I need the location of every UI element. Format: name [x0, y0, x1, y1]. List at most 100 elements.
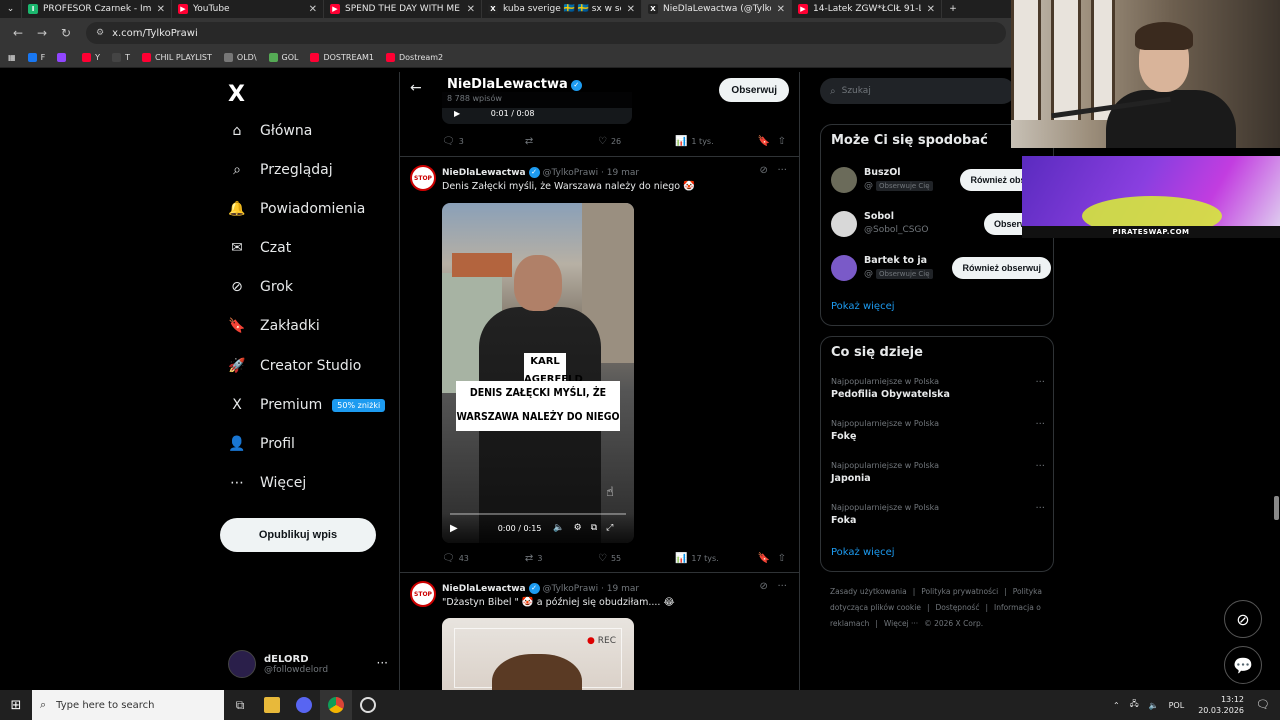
bookmark-button[interactable]: 🔖 — [758, 136, 778, 147]
new-tab-button[interactable]: + — [942, 0, 964, 18]
suggested-user[interactable]: Bartek to ja @ Obserwuje Cię Również obserw… — [831, 251, 1051, 285]
browser-tab[interactable]: ▶ SPEND THE DAY WITH ME ✕ — [324, 0, 482, 18]
trend-item[interactable]: Najpopularniejsze w Polska Japonia ··· — [831, 461, 1045, 497]
grok-icon[interactable]: ⊘ — [760, 165, 768, 176]
nav-item-grok[interactable]: ⊘ Grok — [228, 274, 293, 300]
views-button[interactable]: 📊 17 tys. — [675, 553, 758, 564]
clock[interactable]: 13:12 20.03.2026 — [1198, 694, 1244, 716]
nav-item-bell[interactable]: 🔔 Powiadomienia — [228, 196, 365, 222]
tweet-avatar[interactable]: STOP — [410, 165, 436, 191]
user-name[interactable]: BuszOl — [864, 167, 901, 178]
more-icon[interactable]: ··· — [1035, 419, 1045, 430]
tray-chevron-icon[interactable]: ⌃ — [1113, 701, 1120, 710]
browser-tab[interactable]: X NieDlaLewactwa (@TylkoPr ✕ — [642, 0, 792, 18]
suggested-user[interactable]: BuszOl @ Obserwuje Cię Również obserw — [831, 163, 1051, 197]
nav-item-x-premium[interactable]: X Premium 50% zniżki — [228, 392, 386, 418]
discord-icon[interactable] — [288, 690, 320, 720]
tab-search-button[interactable]: ⌄ — [0, 0, 22, 18]
nav-item-search[interactable]: ⌕ Przeglądaj — [228, 157, 333, 183]
scrollbar[interactable] — [1274, 496, 1279, 520]
close-tab-icon[interactable]: ✕ — [927, 4, 935, 15]
search-input[interactable]: ⌕ Szukaj — [820, 78, 1015, 104]
user-name[interactable]: Bartek to ja — [864, 255, 927, 266]
close-tab-icon[interactable]: ✕ — [157, 4, 165, 15]
nav-item-home[interactable]: ⌂ Główna — [228, 118, 313, 144]
grok-icon[interactable]: ⊘ — [760, 581, 768, 592]
bookmark-item[interactable]: DOSTREAM1 — [310, 53, 374, 62]
suggested-user[interactable]: Sobol @Sobol_CSGO Obserw — [831, 207, 1051, 241]
like-button[interactable]: ♡ 55 — [598, 553, 675, 564]
bookmark-item[interactable]: OLD\ — [223, 53, 257, 62]
bookmark-item[interactable]: Y — [82, 53, 100, 62]
fullscreen-icon[interactable]: ⤢ — [606, 523, 613, 533]
user-name[interactable]: Sobol — [864, 211, 894, 222]
play-icon[interactable]: ▶ — [454, 109, 460, 118]
notifications-icon[interactable]: 🗨 — [1256, 698, 1270, 711]
views-button[interactable]: 📊 1 tys. — [675, 136, 758, 147]
obs-icon[interactable] — [352, 690, 384, 720]
network-icon[interactable]: 🖧 — [1130, 698, 1139, 712]
play-icon[interactable]: ▶ — [450, 523, 458, 534]
apps-icon[interactable]: ▦ — [8, 53, 16, 62]
windows-start-icon[interactable]: ⊞ — [0, 698, 32, 713]
reply-button[interactable]: 🗨 43 — [442, 553, 525, 564]
close-tab-icon[interactable]: ✕ — [627, 4, 635, 15]
settings-icon[interactable]: ⚙ — [574, 523, 582, 533]
like-button[interactable]: ♡ 26 — [598, 136, 675, 147]
more-icon[interactable]: ··· — [1035, 503, 1045, 514]
x-logo-icon[interactable]: X — [228, 82, 245, 107]
chrome-icon[interactable] — [320, 690, 352, 720]
messages-fab-button[interactable]: 💬 — [1224, 646, 1262, 684]
more-icon[interactable]: ··· — [777, 581, 787, 592]
browser-tab[interactable]: I PROFESOR Czarnek - Imgur ✕ — [22, 0, 172, 18]
volume-icon[interactable]: 🔈 — [553, 523, 564, 533]
bookmark-item[interactable]: CHIL PLAYLIST — [141, 53, 212, 62]
pip-icon[interactable]: ⧉ — [591, 523, 597, 533]
trend-item[interactable]: Najpopularniejsze w Polska Foka ··· — [831, 503, 1045, 539]
back-arrow-icon[interactable]: ← — [410, 80, 422, 96]
forward-icon[interactable]: → — [32, 26, 52, 40]
close-tab-icon[interactable]: ✕ — [777, 4, 785, 15]
retweet-button[interactable]: ⇄ — [525, 136, 598, 147]
tweet-avatar[interactable]: STOP — [410, 581, 436, 607]
follow-user-button[interactable]: Również obserwuj — [952, 257, 1051, 279]
account-switcher[interactable]: dELORD @followdelord ··· — [228, 646, 388, 682]
show-more-link[interactable]: Pokaż więcej — [831, 547, 895, 558]
back-icon[interactable]: ← — [8, 26, 28, 40]
bookmark-item[interactable]: F — [27, 53, 45, 62]
user-avatar[interactable] — [831, 167, 857, 193]
bookmark-button[interactable]: 🔖 — [758, 553, 778, 564]
url-field[interactable]: ⚙ x.com/TylkoPrawi — [86, 22, 1006, 44]
user-avatar[interactable] — [831, 211, 857, 237]
retweet-button[interactable]: ⇄ 3 — [525, 553, 598, 564]
share-button[interactable]: ⇧ — [778, 136, 790, 147]
tweet-image[interactable]: ● REC — [442, 618, 634, 692]
tweet[interactable]: STOP NieDlaLewactwa ✓ @TylkoPrawi · 19 ma… — [400, 156, 799, 572]
publish-post-button[interactable]: Opublikuj wpis — [220, 518, 376, 552]
tweet-video[interactable]: KARL AGERFELD DENIS ZAŁĘCKI MYŚLI, ŻE WA… — [442, 203, 634, 543]
bookmark-item[interactable]: T — [112, 53, 130, 62]
footer-link[interactable]: Dostępność — [935, 603, 979, 612]
more-icon[interactable]: ··· — [1035, 377, 1045, 388]
site-info-icon[interactable]: ⚙ — [96, 28, 104, 38]
more-icon[interactable]: ··· — [1035, 461, 1045, 472]
nav-item-mail[interactable]: ✉ Czat — [228, 235, 291, 261]
bookmark-item[interactable]: GOL — [268, 53, 298, 62]
follow-button[interactable]: Obserwuj — [719, 78, 789, 102]
nav-item-more-circle[interactable]: ⋯ Więcej — [228, 470, 306, 496]
show-more-link[interactable]: Pokaż więcej — [831, 301, 895, 312]
browser-tab[interactable]: ▶ 14-Latek ZGW*ŁCIŁ 91-LETNIĄ ✕ — [792, 0, 942, 18]
nav-item-profile[interactable]: 👤 Profil — [228, 431, 295, 457]
bookmark-item[interactable] — [57, 53, 70, 62]
browser-tab[interactable]: ▶ YouTube ✕ — [172, 0, 324, 18]
close-tab-icon[interactable]: ✕ — [309, 4, 317, 15]
close-tab-icon[interactable]: ✕ — [467, 4, 475, 15]
language-indicator[interactable]: POL — [1169, 701, 1185, 710]
user-avatar[interactable] — [831, 255, 857, 281]
footer-link[interactable]: Więcej ··· — [884, 619, 918, 628]
nav-item-rocket[interactable]: 🚀 Creator Studio — [228, 353, 361, 379]
footer-link[interactable]: Zasady użytkowania — [830, 587, 907, 596]
trend-item[interactable]: Najpopularniejsze w Polska Pedofilia Obyw… — [831, 377, 1045, 413]
task-view-icon[interactable]: ⧉ — [224, 690, 256, 720]
nav-item-bookmark[interactable]: 🔖 Zakładki — [228, 313, 319, 339]
